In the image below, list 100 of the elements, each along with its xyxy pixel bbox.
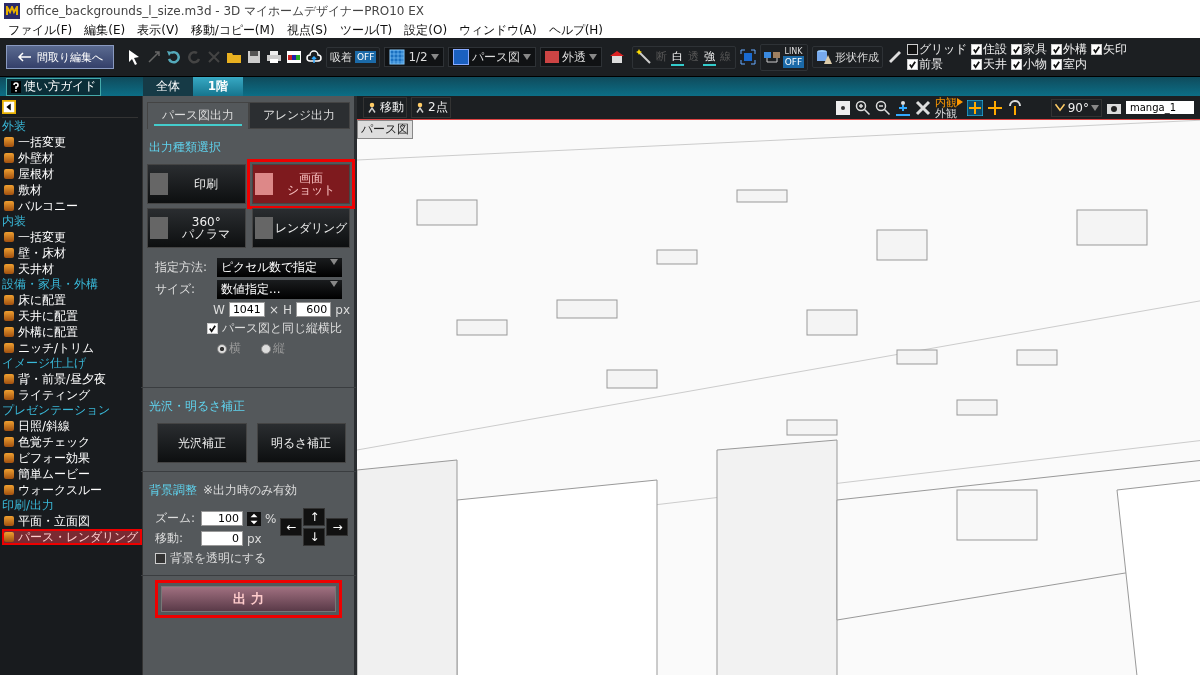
sidebar-item[interactable]: 壁・床材 bbox=[2, 245, 142, 261]
sidebar-item[interactable]: ウォークスルー bbox=[2, 482, 142, 498]
back-to-floorplan-button[interactable]: 間取り編集へ bbox=[6, 45, 114, 69]
transparency-select[interactable]: 外透 bbox=[539, 47, 602, 67]
view-select[interactable]: パース図 bbox=[447, 47, 536, 67]
lens-angle-icon[interactable] bbox=[1053, 101, 1066, 114]
panel-tab[interactable]: アレンジ出力 bbox=[248, 102, 350, 129]
caret-icon[interactable] bbox=[1091, 104, 1099, 111]
fit-view-icon[interactable] bbox=[739, 49, 756, 65]
render-mode-toggle[interactable]: 強 bbox=[702, 48, 716, 66]
angle-select[interactable]: 90° bbox=[1050, 98, 1102, 117]
tilt-icon[interactable] bbox=[1006, 99, 1023, 116]
camera-field[interactable]: manga_1 bbox=[1126, 101, 1194, 114]
spinner-icon[interactable] bbox=[247, 511, 261, 526]
print-icon[interactable] bbox=[266, 49, 282, 65]
menu-item[interactable]: 移動/コピー(M) bbox=[190, 21, 275, 39]
sidebar-item[interactable]: 簡単ムービー bbox=[2, 466, 142, 482]
person-icon[interactable] bbox=[894, 99, 911, 116]
caret-icon[interactable] bbox=[430, 54, 439, 60]
arrow-button[interactable]: → bbox=[326, 518, 349, 536]
output-button[interactable]: 出 力 bbox=[161, 586, 336, 612]
layer-checkbox[interactable]: 住設 bbox=[971, 42, 1008, 57]
save-icon[interactable] bbox=[246, 49, 262, 65]
floor-tab[interactable]: 全体 bbox=[143, 77, 193, 96]
sidebar-item[interactable]: 天井材 bbox=[2, 261, 142, 277]
sidebar-item[interactable]: 一括変更 bbox=[2, 229, 142, 245]
sidebar-item[interactable]: ニッチ/トリム bbox=[2, 340, 142, 356]
grid-select[interactable]: 1/2 bbox=[384, 47, 444, 67]
menu-item[interactable]: ファイル(F) bbox=[8, 21, 73, 39]
fit-icon[interactable] bbox=[834, 99, 851, 116]
exterior-view-label[interactable]: 外観 bbox=[934, 107, 963, 119]
menu-item[interactable]: ウィンドウ(A) bbox=[459, 21, 537, 39]
layer-checkbox[interactable]: 外構 bbox=[1051, 42, 1088, 57]
layer-checkbox[interactable]: 家具 bbox=[1011, 42, 1048, 57]
snap-toggle[interactable]: 吸着 OFF bbox=[326, 46, 381, 68]
grid-icon[interactable] bbox=[389, 49, 406, 65]
zoom-in-icon[interactable] bbox=[854, 99, 871, 116]
pan-icon[interactable] bbox=[986, 99, 1003, 116]
panel-tab[interactable]: パース図出力 bbox=[147, 102, 249, 129]
sidebar-item[interactable]: 床に配置 bbox=[2, 292, 142, 308]
sidebar-item[interactable]: 屋根材 bbox=[2, 166, 142, 182]
correction-button[interactable]: 明るさ補正 bbox=[256, 423, 346, 463]
undo-icon[interactable] bbox=[166, 49, 182, 65]
sidebar-item[interactable]: 色覚チェック bbox=[2, 434, 142, 450]
sidebar-item[interactable]: ライティング bbox=[2, 387, 142, 403]
sidebar-item[interactable]: 外壁材 bbox=[2, 150, 142, 166]
layer-checkbox[interactable]: グリッド bbox=[907, 42, 968, 57]
caret-icon[interactable] bbox=[330, 259, 338, 265]
menu-item[interactable]: 設定(O) bbox=[404, 21, 448, 39]
ruler-icon[interactable] bbox=[887, 49, 904, 65]
cylinder-pyramid-icon[interactable] bbox=[816, 49, 833, 65]
menu-item[interactable]: ツール(T) bbox=[339, 21, 393, 39]
cloud-upload-icon[interactable] bbox=[306, 49, 322, 65]
walker-icon[interactable] bbox=[366, 101, 378, 114]
menu-item[interactable]: ヘルプ(H) bbox=[548, 21, 604, 39]
walker-icon[interactable] bbox=[414, 101, 426, 114]
caret-icon[interactable] bbox=[522, 54, 531, 60]
layer-checkbox[interactable]: 前景 bbox=[907, 57, 968, 72]
caret-icon[interactable] bbox=[588, 54, 597, 60]
magic-wand-icon[interactable] bbox=[635, 49, 652, 65]
arrow-button[interactable]: ← bbox=[280, 518, 303, 536]
caret-icon[interactable] bbox=[330, 281, 338, 287]
layer-checkbox[interactable]: 矢印 bbox=[1091, 42, 1128, 57]
sidebar-item[interactable]: 外構に配置 bbox=[2, 324, 142, 340]
arrow-button[interactable]: ↑ bbox=[303, 508, 326, 526]
zoom-out-icon[interactable] bbox=[874, 99, 891, 116]
sidebar-item[interactable]: バルコニー bbox=[2, 198, 142, 214]
transparent-bg-checkbox[interactable]: 背景を透明にする bbox=[155, 550, 350, 567]
render-mode-toggle[interactable]: 白 bbox=[670, 48, 684, 66]
output-type-button[interactable]: 360° パノラマ bbox=[147, 208, 246, 248]
correction-button[interactable]: 光沢補正 bbox=[157, 423, 247, 463]
sidebar-item[interactable]: 一括変更 bbox=[2, 134, 142, 150]
move-button[interactable]: 移動 bbox=[363, 97, 407, 118]
output-type-button[interactable]: レンダリング bbox=[251, 208, 350, 248]
floor-tab[interactable]: 1階 bbox=[193, 77, 243, 96]
usage-guide-button[interactable]: 使い方ガイド bbox=[6, 77, 101, 96]
output-type-button[interactable]: 印刷 bbox=[147, 164, 246, 204]
collapse-panel-icon[interactable] bbox=[2, 100, 16, 114]
width-field[interactable]: 1041 bbox=[228, 302, 265, 317]
method-dropdown[interactable]: ピクセル数で指定 bbox=[217, 258, 342, 277]
menu-item[interactable]: 編集(E) bbox=[84, 21, 126, 39]
sidebar-item[interactable]: 敷材 bbox=[2, 182, 142, 198]
menu-item[interactable]: 表示(V) bbox=[137, 21, 179, 39]
size-dropdown[interactable]: 数値指定... bbox=[217, 280, 342, 299]
interior-view-label[interactable]: 内観 bbox=[934, 96, 957, 108]
layer-checkbox[interactable]: 天井 bbox=[971, 57, 1008, 72]
link-toggle[interactable]: LINK OFF bbox=[759, 43, 809, 71]
menu-item[interactable]: 視点(S) bbox=[286, 21, 328, 39]
sidebar-item[interactable]: 背・前景/昼夕夜 bbox=[2, 371, 142, 387]
shape-create-button[interactable]: 形状作成 bbox=[812, 46, 884, 68]
sidebar-item[interactable]: ビフォー効果 bbox=[2, 450, 142, 466]
sidebar-item[interactable]: 天井に配置 bbox=[2, 308, 142, 324]
arrow-button[interactable]: ↓ bbox=[303, 528, 326, 546]
pbd-logo-icon[interactable] bbox=[286, 49, 302, 65]
orbit-icon[interactable] bbox=[966, 99, 983, 116]
sidebar-item[interactable]: 平面・立面図 bbox=[2, 513, 142, 529]
keep-ratio-checkbox[interactable]: パース図と同じ縦横比 bbox=[207, 320, 350, 337]
sidebar-item[interactable]: パース・レンダリング bbox=[2, 529, 142, 545]
sidebar-item[interactable]: 日照/斜線 bbox=[2, 418, 142, 434]
two-point-button[interactable]: 2点 bbox=[411, 97, 451, 118]
